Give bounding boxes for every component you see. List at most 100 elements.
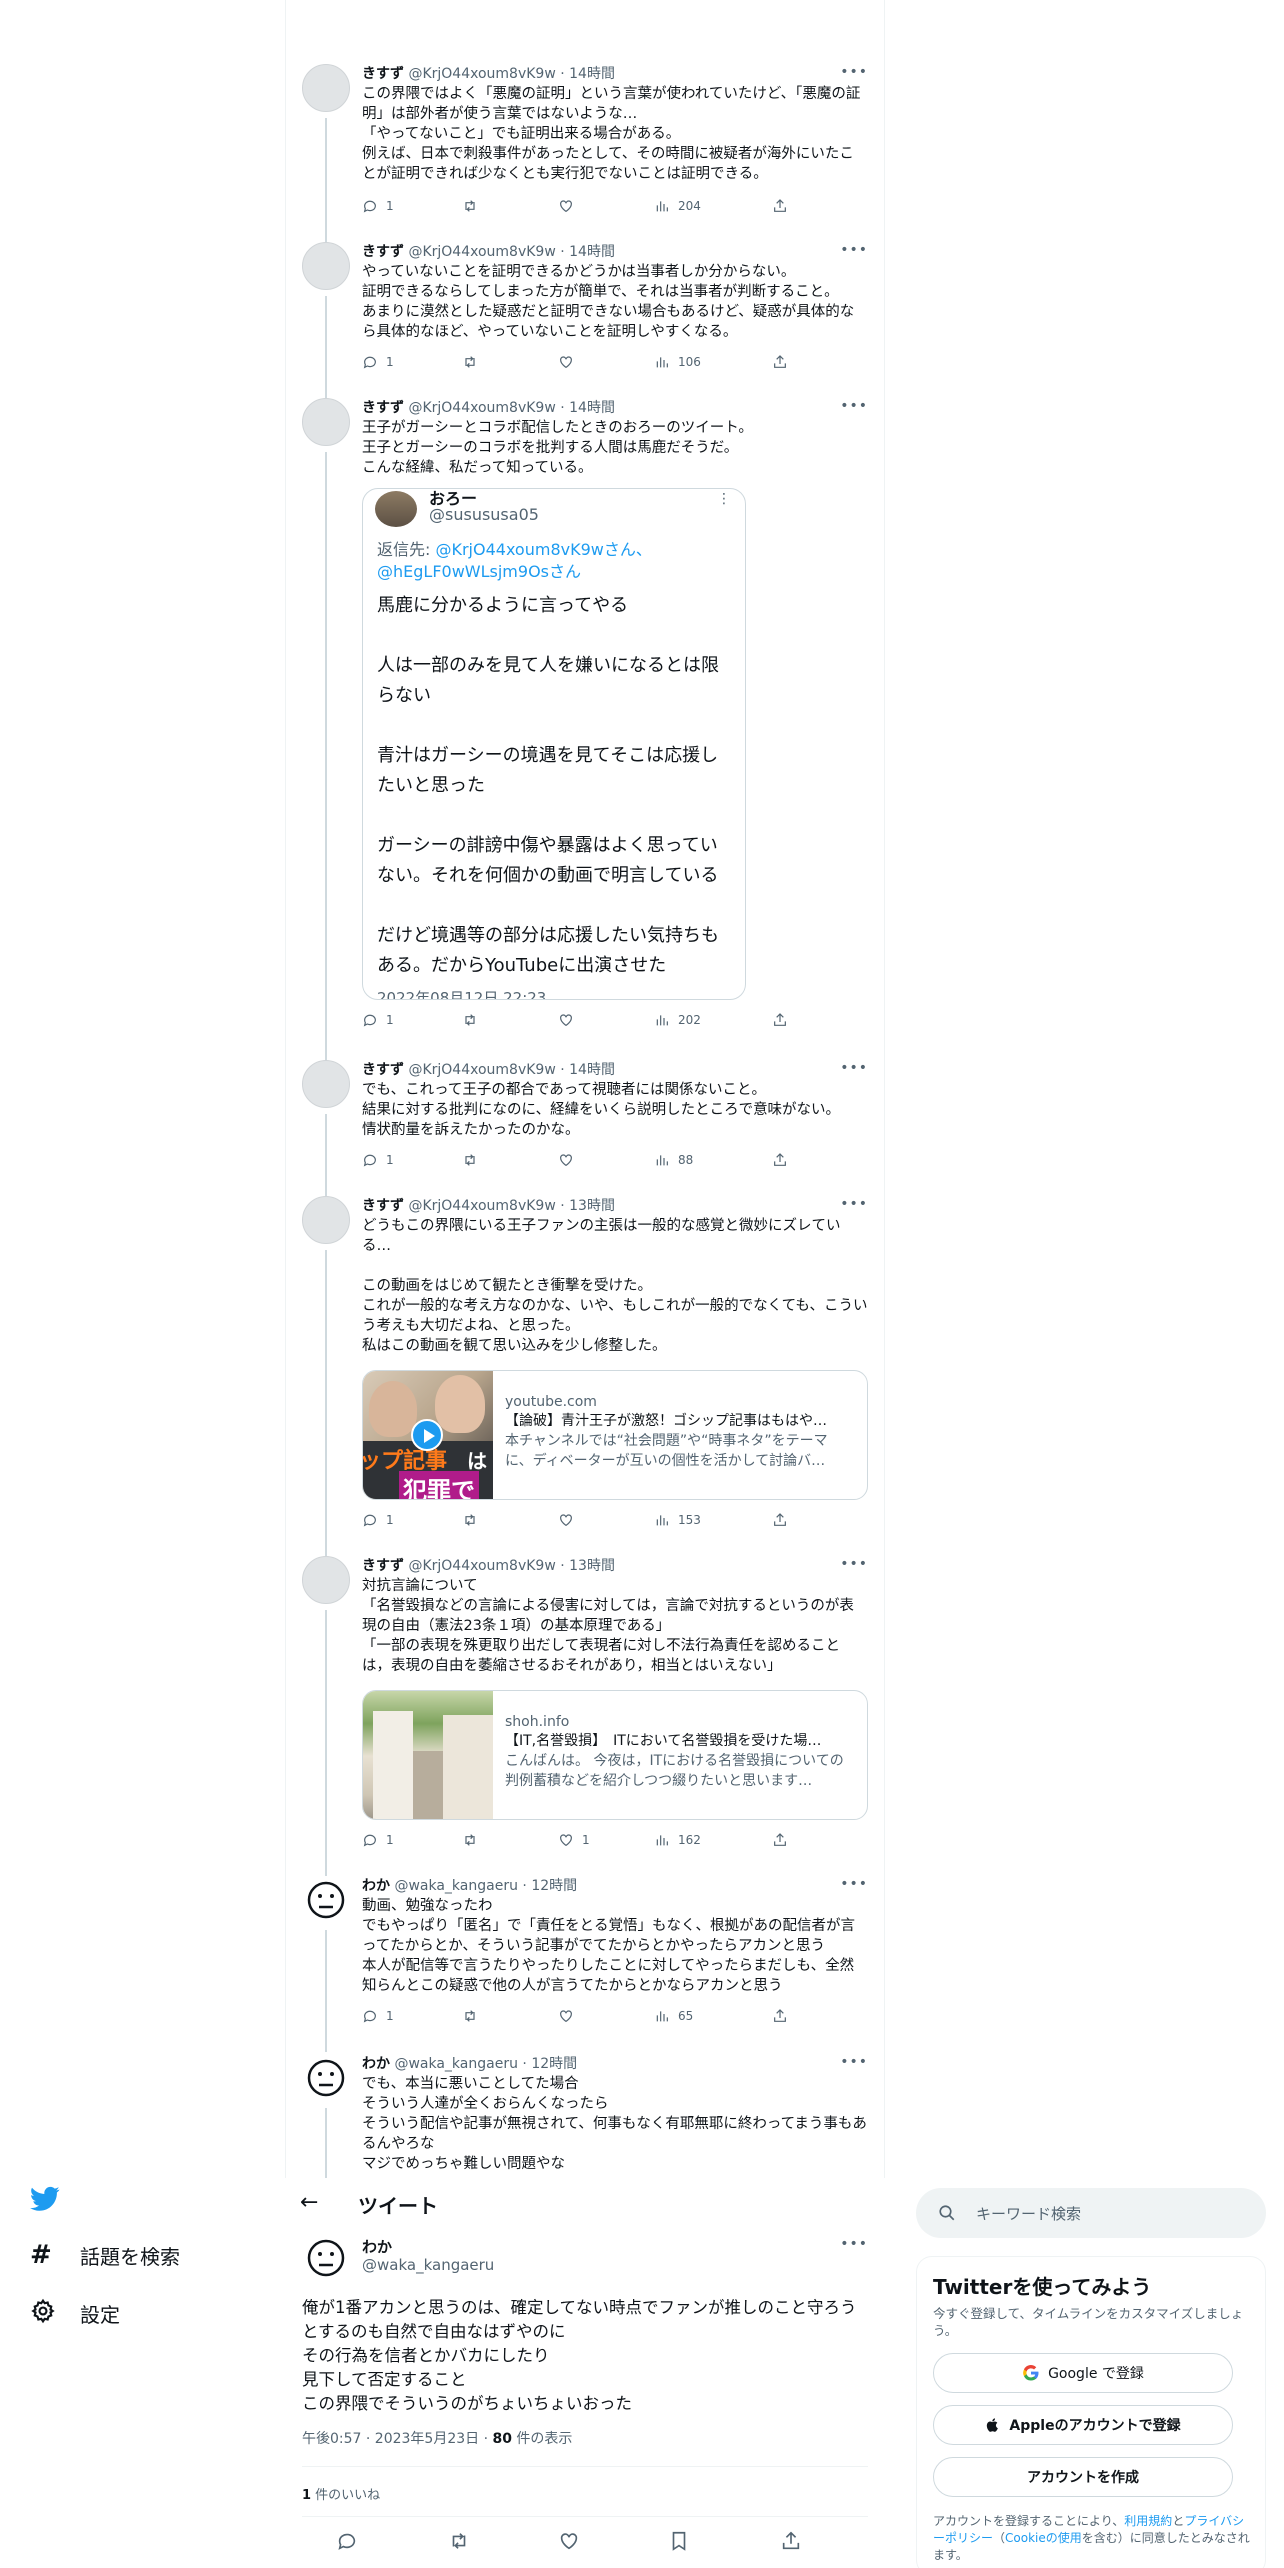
display-name[interactable]: きすず (362, 1198, 404, 1214)
retweet-button[interactable] (462, 1512, 486, 1528)
like-button[interactable] (558, 1152, 582, 1168)
reply-button[interactable]: 1 (362, 1012, 394, 1028)
more-options-icon[interactable]: ••• (840, 64, 868, 80)
views-button[interactable]: 204 (654, 198, 701, 214)
tweet-time[interactable]: 14時間 (569, 244, 615, 260)
retweet-button[interactable] (462, 2008, 486, 2024)
user-handle[interactable]: @KrjO44xoum8vK9w (408, 1558, 555, 1574)
heart-icon[interactable] (558, 2530, 580, 2552)
back-arrow-icon[interactable]: ← (300, 2190, 318, 2215)
user-handle[interactable]: @waka_kangaeru (362, 2256, 494, 2274)
like-button[interactable] (558, 1012, 582, 1028)
user-handle[interactable]: @KrjO44xoum8vK9w (408, 1198, 555, 1214)
avatar[interactable] (302, 64, 350, 112)
views-button[interactable]: 153 (654, 1512, 701, 1528)
cookie-link[interactable]: Cookieの使用 (1005, 2531, 1082, 2545)
views-button[interactable]: 88 (654, 1152, 693, 1168)
avatar[interactable] (302, 1196, 350, 1244)
views-button[interactable]: 162 (654, 1832, 701, 1848)
display-name[interactable]: きすず (362, 400, 404, 416)
likes-count[interactable]: 1 件のいいね (302, 2484, 380, 2503)
retweet-button[interactable] (462, 1152, 486, 1168)
avatar[interactable] (302, 1060, 350, 1108)
display-name[interactable]: きすず (362, 1062, 404, 1078)
more-options-icon[interactable]: ⋮ (717, 491, 731, 507)
more-options-icon[interactable]: ••• (840, 2236, 868, 2252)
reply-button[interactable]: 1 (362, 1512, 394, 1528)
google-signup-button[interactable]: Google で登録 (933, 2353, 1233, 2393)
display-name[interactable]: きすず (362, 66, 404, 82)
views-button[interactable]: 106 (654, 354, 701, 370)
like-button[interactable]: 1 (558, 1832, 590, 1848)
more-options-icon[interactable]: ••• (840, 242, 868, 258)
tweet-time[interactable]: 12時間 (531, 2056, 577, 2072)
like-button[interactable] (558, 198, 582, 214)
retweet-button[interactable] (462, 1012, 486, 1028)
retweet-button[interactable] (462, 198, 486, 214)
tweet-time[interactable]: 13時間 (569, 1198, 615, 1214)
play-icon[interactable] (411, 1419, 443, 1451)
user-handle[interactable]: @waka_kangaeru (394, 1878, 518, 1894)
reply-button[interactable]: 1 (362, 1832, 394, 1848)
display-name[interactable]: わか (362, 2056, 390, 2072)
apple-signup-button[interactable]: Appleのアカウントで登録 (933, 2405, 1233, 2445)
search-input[interactable]: キーワード検索 (916, 2188, 1266, 2238)
reply-button[interactable]: 1 (362, 198, 394, 214)
tweet-time[interactable]: 14時間 (569, 1062, 615, 1078)
views-button[interactable]: 65 (654, 2008, 693, 2024)
tweet-time[interactable]: 14時間 (569, 66, 615, 82)
more-options-icon[interactable]: ••• (840, 1196, 868, 1212)
like-button[interactable] (558, 354, 582, 370)
create-account-button[interactable]: アカウントを作成 (933, 2457, 1233, 2497)
display-name[interactable]: きすず (362, 244, 404, 260)
bookmark-icon[interactable] (668, 2530, 690, 2552)
avatar[interactable] (302, 2054, 350, 2102)
nav-settings[interactable]: 設定 (30, 2298, 120, 2329)
reply-button[interactable]: 1 (362, 2008, 394, 2024)
share-button[interactable] (772, 1832, 788, 1848)
link-card[interactable]: shoh.info 【IT,名誉毀損】 ITにおいて名誉毀損を受けた場… こんば… (362, 1690, 868, 1820)
avatar[interactable] (302, 398, 350, 446)
quoted-tweet[interactable]: おろー @susususa05 ⋮ 返信先: @KrjO44xoum8vK9wさ… (362, 488, 746, 1000)
more-options-icon[interactable]: ••• (840, 1060, 868, 1076)
link-card[interactable]: ップ記事 は 犯罪で youtube.com 【論破】青汁王子が激怒！ゴシップ記… (362, 1370, 868, 1500)
like-button[interactable] (558, 2008, 582, 2024)
mention-link[interactable]: @KrjO44xoum8vK9wさん、 (435, 540, 651, 559)
more-options-icon[interactable]: ••• (840, 1876, 868, 1892)
avatar[interactable] (302, 1556, 350, 1604)
share-button[interactable] (772, 1152, 788, 1168)
tweet-time[interactable]: 14時間 (569, 400, 615, 416)
more-options-icon[interactable]: ••• (840, 398, 868, 414)
share-icon[interactable] (780, 2530, 802, 2552)
avatar[interactable] (302, 1876, 350, 1924)
tweet-time[interactable]: 13時間 (569, 1558, 615, 1574)
user-handle[interactable]: @KrjO44xoum8vK9w (408, 400, 555, 416)
more-options-icon[interactable]: ••• (840, 2054, 868, 2070)
more-options-icon[interactable]: ••• (840, 1556, 868, 1572)
share-button[interactable] (772, 2008, 788, 2024)
tweet-timestamp[interactable]: 午後0:57 · 2023年5月23日 · 80 件の表示 (302, 2428, 572, 2448)
display-name[interactable]: わか (362, 2236, 392, 2257)
user-handle[interactable]: @KrjO44xoum8vK9w (408, 244, 555, 260)
avatar[interactable] (302, 2234, 350, 2282)
user-handle[interactable]: @KrjO44xoum8vK9w (408, 66, 555, 82)
nav-explore[interactable]: # 話題を検索 (30, 2240, 180, 2270)
retweet-icon[interactable] (448, 2530, 470, 2552)
avatar[interactable] (302, 242, 350, 290)
user-handle[interactable]: @KrjO44xoum8vK9w (408, 1062, 555, 1078)
tweet-time[interactable]: 12時間 (531, 1878, 577, 1894)
retweet-button[interactable] (462, 1832, 486, 1848)
share-button[interactable] (772, 198, 788, 214)
retweet-button[interactable] (462, 354, 486, 370)
share-button[interactable] (772, 1012, 788, 1028)
user-handle[interactable]: @waka_kangaeru (394, 2056, 518, 2072)
views-button[interactable]: 202 (654, 1012, 701, 1028)
terms-link[interactable]: 利用規約 (1124, 2514, 1172, 2528)
display-name[interactable]: わか (362, 1878, 390, 1894)
display-name[interactable]: きすず (362, 1558, 404, 1574)
twitter-logo-icon[interactable] (30, 2186, 60, 2216)
share-button[interactable] (772, 1512, 788, 1528)
like-button[interactable] (558, 1512, 582, 1528)
reply-button[interactable]: 1 (362, 354, 394, 370)
reply-icon[interactable] (336, 2530, 358, 2552)
